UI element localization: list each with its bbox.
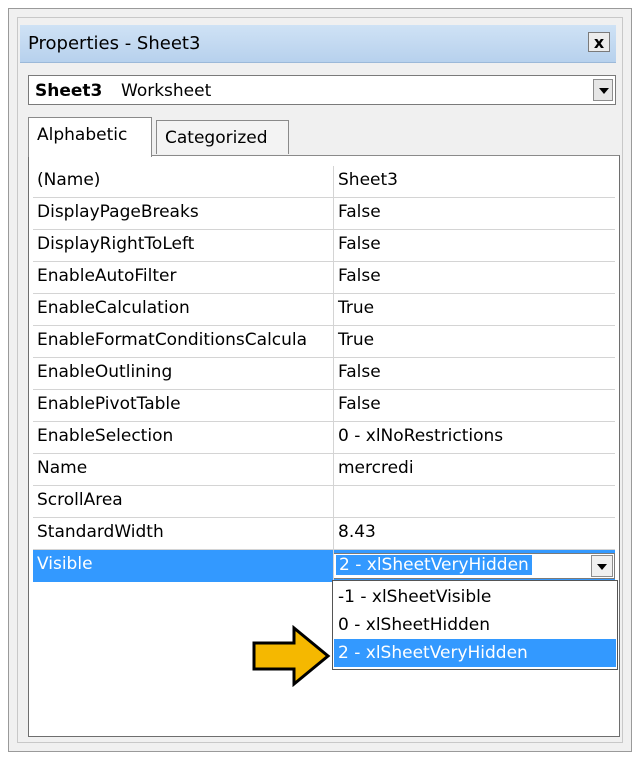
property-name: DisplayPageBreaks bbox=[37, 202, 199, 222]
visible-dropdown-button[interactable] bbox=[591, 555, 613, 577]
visible-dropdown-list: -1 - xlSheetVisible 0 - xlSheetHidden 2 … bbox=[332, 580, 618, 670]
close-button[interactable]: x bbox=[588, 32, 610, 52]
property-name: (Name) bbox=[37, 170, 101, 190]
property-row[interactable]: Name mercredi bbox=[33, 454, 615, 486]
property-row-selected[interactable]: Visible 2 - xlSheetVeryHidden bbox=[33, 550, 615, 582]
property-value[interactable]: 0 - xlNoRestrictions bbox=[338, 426, 503, 446]
title-bar[interactable]: Properties - Sheet3 x bbox=[20, 25, 616, 63]
property-name: ScrollArea bbox=[37, 490, 123, 510]
dropdown-option[interactable]: -1 - xlSheetVisible bbox=[334, 583, 616, 611]
property-value[interactable]: False bbox=[338, 266, 381, 286]
property-row[interactable]: DisplayPageBreaks False bbox=[33, 198, 615, 230]
dropdown-option[interactable]: 0 - xlSheetHidden bbox=[334, 611, 616, 639]
visible-current-value: 2 - xlSheetVeryHidden bbox=[336, 555, 532, 575]
visible-value-combobox[interactable]: 2 - xlSheetVeryHidden bbox=[333, 553, 615, 579]
property-row[interactable]: StandardWidth 8.43 bbox=[33, 518, 615, 550]
property-name: EnableOutlining bbox=[37, 362, 173, 382]
property-row[interactable]: ScrollArea bbox=[33, 486, 615, 518]
property-value[interactable]: True bbox=[338, 298, 374, 318]
property-name: EnableCalculation bbox=[37, 298, 190, 318]
property-row[interactable]: EnableFormatConditionsCalcula True bbox=[33, 326, 615, 358]
property-row[interactable]: EnablePivotTable False bbox=[33, 390, 615, 422]
property-row[interactable]: EnableOutlining False bbox=[33, 358, 615, 390]
property-name: EnableFormatConditionsCalcula bbox=[37, 330, 308, 350]
property-name: Visible bbox=[37, 554, 93, 574]
chevron-down-icon bbox=[599, 88, 609, 94]
property-value[interactable]: False bbox=[338, 362, 381, 382]
property-name: EnableAutoFilter bbox=[37, 266, 177, 286]
tab-categorized[interactable]: Categorized bbox=[156, 120, 289, 154]
property-name: EnablePivotTable bbox=[37, 394, 181, 414]
object-dropdown-button[interactable] bbox=[593, 79, 613, 101]
object-type: Worksheet bbox=[121, 81, 212, 101]
property-value[interactable]: True bbox=[338, 330, 374, 350]
property-name: StandardWidth bbox=[37, 522, 164, 542]
dropdown-option-highlighted[interactable]: 2 - xlSheetVeryHidden bbox=[334, 639, 616, 667]
property-value[interactable]: Sheet3 bbox=[338, 170, 398, 190]
property-value[interactable]: False bbox=[338, 234, 381, 254]
tab-alphabetic[interactable]: Alphabetic bbox=[28, 117, 152, 157]
property-value[interactable]: 8.43 bbox=[338, 522, 376, 542]
chevron-down-icon bbox=[597, 564, 607, 570]
property-value[interactable]: False bbox=[338, 394, 381, 414]
object-selector[interactable]: Sheet3 Worksheet bbox=[28, 75, 616, 105]
column-divider bbox=[333, 166, 334, 582]
property-name: DisplayRightToLeft bbox=[37, 234, 195, 254]
tab-label: Categorized bbox=[165, 128, 268, 148]
property-value[interactable]: False bbox=[338, 202, 381, 222]
property-value[interactable]: mercredi bbox=[338, 458, 414, 478]
property-name: Name bbox=[37, 458, 88, 478]
window-title: Properties - Sheet3 bbox=[28, 33, 201, 54]
property-row[interactable]: DisplayRightToLeft False bbox=[33, 230, 615, 262]
property-row[interactable]: EnableAutoFilter False bbox=[33, 262, 615, 294]
property-row[interactable]: EnableCalculation True bbox=[33, 294, 615, 326]
property-name: EnableSelection bbox=[37, 426, 174, 446]
tab-label: Alphabetic bbox=[37, 125, 128, 145]
property-row[interactable]: EnableSelection 0 - xlNoRestrictions bbox=[33, 422, 615, 454]
object-name: Sheet3 bbox=[35, 81, 103, 101]
pointer-arrow-icon bbox=[252, 625, 331, 687]
property-row[interactable]: (Name) Sheet3 bbox=[33, 166, 615, 198]
